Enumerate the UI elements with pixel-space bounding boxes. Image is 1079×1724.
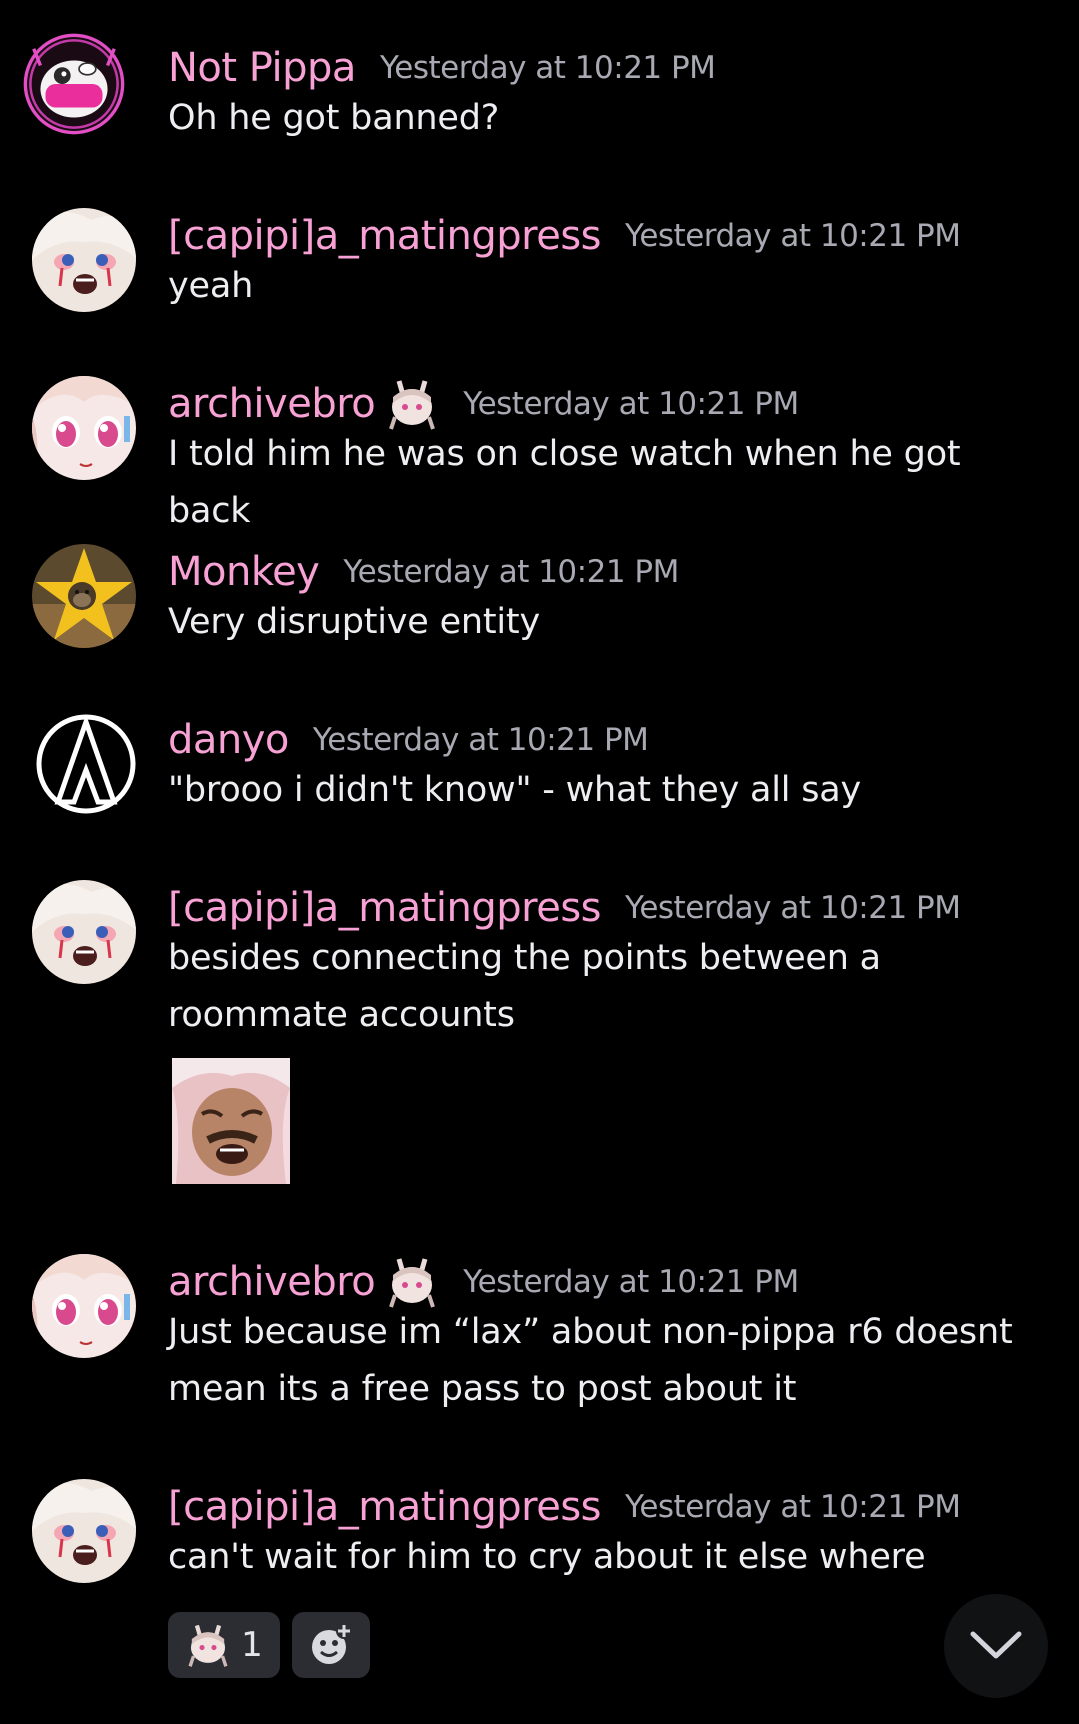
reactions-bar: 1 <box>168 1612 370 1678</box>
avatar[interactable] <box>32 208 136 312</box>
timestamp: Yesterday at 10:21 PM <box>625 218 961 254</box>
message-header: archivebro Yesterday at 10:21 PM <box>168 376 799 432</box>
avatar[interactable] <box>34 712 138 816</box>
message-text: I told him he was on close watch when he… <box>168 434 961 531</box>
message-text: Oh he got banned? <box>168 98 500 138</box>
timestamp: Yesterday at 10:21 PM <box>379 50 716 86</box>
triangle-logo-avatar-icon <box>34 712 138 816</box>
message-text: can't wait for him to cry about it else … <box>168 1537 926 1577</box>
username[interactable]: Monkey <box>168 549 320 595</box>
anime-girl-pink-eyes-avatar-icon <box>32 376 136 480</box>
username[interactable]: [capipi]a_matingpress <box>168 885 602 931</box>
message-header: [capipi]a_matingpress Yesterday at 10:21… <box>168 880 961 936</box>
bunny-girl-badge-icon <box>389 380 436 430</box>
message-header: [capipi]a_matingpress Yesterday at 10:21… <box>168 1479 961 1535</box>
timestamp: Yesterday at 10:21 PM <box>463 386 799 422</box>
message-text: Just because im “lax” about non-pippa r6… <box>168 1312 1013 1409</box>
message-text: yeah <box>168 266 254 306</box>
message-header: Not Pippa Yesterday at 10:21 PM <box>168 40 716 96</box>
avatar[interactable] <box>32 1479 136 1583</box>
message-header: danyo Yesterday at 10:21 PM <box>168 712 649 768</box>
reaction-pill[interactable]: 1 <box>168 1612 280 1678</box>
chevron-down-icon <box>970 1631 1022 1659</box>
timestamp: Yesterday at 10:21 PM <box>625 1489 961 1525</box>
add-reaction-icon <box>312 1623 352 1664</box>
reaction-count: 1 <box>241 1625 263 1665</box>
anime-girl-crying-avatar-icon <box>32 208 136 312</box>
avatar[interactable] <box>22 32 146 156</box>
image-attachment[interactable] <box>172 1058 290 1184</box>
laughing-man-image <box>172 1058 290 1184</box>
bunny-girl-badge-icon <box>389 1258 436 1308</box>
pink-robot-avatar-icon <box>23 33 125 135</box>
avatar[interactable] <box>32 376 136 480</box>
anime-girl-crying-avatar-icon <box>32 880 136 984</box>
timestamp: Yesterday at 10:21 PM <box>312 722 649 758</box>
timestamp: Yesterday at 10:21 PM <box>463 1264 799 1300</box>
message-header: archivebro Yesterday at 10:21 PM <box>168 1254 799 1310</box>
bunny-girl-emoji-icon <box>188 1624 228 1667</box>
scroll-to-bottom-button[interactable] <box>944 1594 1048 1698</box>
message-text: Very disruptive entity <box>168 602 540 642</box>
avatar[interactable] <box>32 880 136 984</box>
username[interactable]: Not Pippa <box>168 45 356 91</box>
timestamp: Yesterday at 10:21 PM <box>625 890 961 926</box>
username[interactable]: archivebro <box>168 381 376 427</box>
anime-girl-crying-avatar-icon <box>32 1479 136 1583</box>
message-text: "brooo i didn't know" - what they all sa… <box>168 770 862 810</box>
avatar[interactable] <box>32 544 136 648</box>
avatar[interactable] <box>32 1254 136 1358</box>
message-header: Monkey Yesterday at 10:21 PM <box>168 544 679 600</box>
message-header: [capipi]a_matingpress Yesterday at 10:21… <box>168 208 961 264</box>
username[interactable]: archivebro <box>168 1259 376 1305</box>
monkey-star-avatar-icon <box>32 544 136 648</box>
timestamp: Yesterday at 10:21 PM <box>343 554 679 590</box>
anime-girl-pink-eyes-avatar-icon <box>32 1254 136 1358</box>
username[interactable]: [capipi]a_matingpress <box>168 213 602 259</box>
message-text: besides connecting the points between a … <box>168 938 881 1035</box>
add-reaction-button[interactable] <box>292 1612 370 1678</box>
username[interactable]: [capipi]a_matingpress <box>168 1484 602 1530</box>
username[interactable]: danyo <box>168 717 289 763</box>
